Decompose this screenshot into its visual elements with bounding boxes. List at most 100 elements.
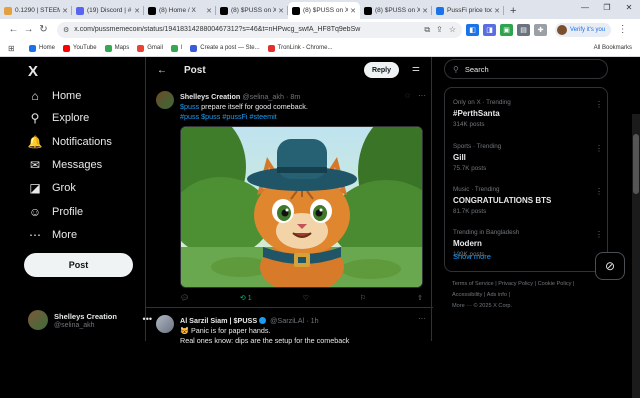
scrollbar-thumb[interactable] <box>633 134 639 194</box>
account-switcher[interactable]: Shelleys Creation @selina_akh ••• <box>28 310 158 330</box>
tab-title: (8) $PUSS on X <box>231 7 277 14</box>
trend-more-icon[interactable]: ⋮ <box>595 100 603 109</box>
sidebar-item-explore[interactable]: ⚲ Explore <box>28 111 90 125</box>
bookmark-item[interactable]: Home <box>29 44 55 52</box>
scrollbar[interactable] <box>632 114 640 398</box>
more-circle-icon: ⋯ <box>29 228 41 242</box>
tweet-author-avatar[interactable] <box>156 91 174 109</box>
bookmark-item[interactable]: Maps <box>104 44 129 52</box>
sidebar-item-more[interactable]: ⋯ More <box>28 228 77 242</box>
sidebar-item-label: Explore <box>52 112 90 124</box>
browser-tab[interactable]: PussFi price too ✕ <box>432 2 504 19</box>
all-bookmarks-link[interactable]: All Bookmarks <box>594 45 632 51</box>
trend-more-icon[interactable]: ⋮ <box>595 187 603 196</box>
like-icon[interactable]: ♡ <box>303 294 309 302</box>
extension-icon[interactable]: ◧ <box>466 23 479 36</box>
post-button[interactable]: Post <box>24 253 133 277</box>
extension-icon[interactable]: ▣ <box>500 23 513 36</box>
close-tab-icon[interactable]: ✕ <box>278 7 284 15</box>
bookmark-icon[interactable]: ⚐ <box>360 294 366 302</box>
verify-profile-button[interactable]: Verify it's you <box>555 22 612 37</box>
forward-arrow-icon[interactable]: → <box>21 24 36 35</box>
sidebar-item-notifications[interactable]: 🔔 Notifications <box>28 135 112 149</box>
close-window-button[interactable]: ✕ <box>618 0 640 16</box>
share-icon[interactable]: ⇧ <box>417 294 423 302</box>
search-input[interactable]: ⚲ Search <box>444 59 608 79</box>
reply-author-handle[interactable]: @SarziLAl <box>270 316 304 325</box>
browser-tab[interactable]: (8) $PUSS on X ✕ <box>288 2 360 19</box>
tweet-image[interactable] <box>180 126 423 288</box>
verified-badge-icon <box>259 317 267 324</box>
trend-more-icon[interactable]: ⋮ <box>595 144 603 153</box>
address-bar[interactable]: ⚙ x.com/pussmemecoin/status/194183142880… <box>57 21 462 38</box>
profile-avatar <box>557 24 567 35</box>
account-avatar <box>28 310 48 330</box>
reply-more-options-icon[interactable]: ··· <box>418 314 426 323</box>
grok-explain-icon[interactable]: ◌ <box>405 91 410 100</box>
reload-icon[interactable]: ↻ <box>36 24 51 35</box>
browser-tab[interactable]: (8) $PUSS on X ✕ <box>360 2 432 19</box>
site-info-icon[interactable]: ⚙ <box>63 26 69 34</box>
sliders-icon[interactable]: ⚌ <box>412 63 420 74</box>
sidebar-item-profile[interactable]: ☺ Profile <box>28 205 83 219</box>
footer-line[interactable]: Accessibility | Ads info | <box>452 290 612 301</box>
back-arrow-icon[interactable]: ← <box>6 24 21 35</box>
trend-item[interactable]: Sports · Trending Gill 75.7K posts ⋮ <box>453 143 603 172</box>
bookmark-item[interactable]: Create a post — Ste... <box>190 44 260 52</box>
close-tab-icon[interactable]: ✕ <box>350 7 356 15</box>
sidebar-item-label: Grok <box>52 182 76 194</box>
browser-tab[interactable]: 0.1290 | STEEM ✕ <box>0 2 72 19</box>
cashtag-link[interactable]: $puss <box>180 102 199 111</box>
close-tab-icon[interactable]: ✕ <box>134 7 140 15</box>
reply-time[interactable]: · 1h <box>306 316 318 325</box>
trend-more-icon[interactable]: ⋮ <box>595 230 603 239</box>
extensions-puzzle-icon[interactable]: ✚ <box>534 23 547 36</box>
back-arrow-icon[interactable]: ← <box>157 65 167 76</box>
apps-grid-icon[interactable]: ⊞ <box>8 44 15 53</box>
cat-in-hat-illustration <box>181 127 422 287</box>
browser-tab[interactable]: (19) Discord | # ✕ <box>72 2 144 19</box>
reply-icon[interactable]: 💬︎ <box>180 294 189 302</box>
footer-line[interactable]: More ··· © 2025 X Corp. <box>452 301 612 312</box>
tweet-author-handle[interactable]: @selina_akh <box>242 92 284 101</box>
bookmark-item[interactable]: TronLink - Chrome... <box>267 44 332 52</box>
retweet-button[interactable]: ⟲ 1 <box>240 294 252 302</box>
tweet-hashtags[interactable]: #puss $puss #pussFi #steemit <box>180 112 277 121</box>
share-icon[interactable]: ⇪ <box>436 25 443 34</box>
browser-tab[interactable]: (8) $PUSS on X ✕ <box>216 2 288 19</box>
trend-item[interactable]: Only on X · Trending #PerthSanta 314K post… <box>453 99 603 128</box>
sidebar-item-messages[interactable]: ✉ Messages <box>28 158 102 172</box>
x-logo[interactable]: X <box>28 63 38 80</box>
tab-strip: 0.1290 | STEEM ✕ (19) Discord | # ✕ (8) Home… <box>0 0 640 19</box>
grok-chat-button[interactable]: ⊘ <box>595 252 625 280</box>
new-tab-button[interactable]: + <box>504 2 522 19</box>
sidebar-item-home[interactable]: ⌂ Home <box>28 89 81 103</box>
close-tab-icon[interactable]: ✕ <box>494 7 500 15</box>
sidebar-item-label: Notifications <box>52 136 112 148</box>
close-tab-icon[interactable]: ✕ <box>422 7 428 15</box>
envelope-icon: ✉ <box>29 158 41 172</box>
trend-item[interactable]: Trending in Bangladesh Modern 109K posts ⋮ <box>453 229 603 258</box>
minimize-button[interactable]: — <box>574 0 596 16</box>
reply-author-avatar[interactable] <box>156 315 174 333</box>
reply-button[interactable]: Reply <box>363 62 399 78</box>
close-tab-icon[interactable]: ✕ <box>206 7 212 15</box>
tweet-author-name[interactable]: Shelleys Creation <box>180 92 240 101</box>
reply-author-name[interactable]: Al Sarzil Siam | $PUSS <box>180 316 257 325</box>
tweet-time[interactable]: · 8m <box>286 92 300 101</box>
more-options-icon[interactable]: ··· <box>418 91 426 100</box>
footer-line[interactable]: Terms of Service | Privacy Policy | Cook… <box>452 279 612 290</box>
install-app-icon[interactable]: ⧉ <box>424 25 430 35</box>
extension-icon[interactable]: ▤ <box>517 23 530 36</box>
maximize-button[interactable]: ❐ <box>596 0 618 16</box>
bookmark-star-icon[interactable]: ☆ <box>449 25 456 34</box>
bookmark-item[interactable]: l <box>170 44 182 52</box>
bookmark-item[interactable]: Gmail <box>137 44 163 52</box>
extension-icon[interactable]: ◨ <box>483 23 496 36</box>
bookmark-item[interactable]: YouTube <box>63 44 97 52</box>
close-tab-icon[interactable]: ✕ <box>62 7 68 15</box>
browser-tab[interactable]: (8) Home / X ✕ <box>144 2 216 19</box>
sidebar-item-grok[interactable]: ◪ Grok <box>28 181 76 195</box>
browser-menu-icon[interactable]: ⋮ <box>615 24 630 35</box>
trend-item[interactable]: Music · Trending CONGRATULATIONS BTS 81.7K… <box>453 186 603 215</box>
